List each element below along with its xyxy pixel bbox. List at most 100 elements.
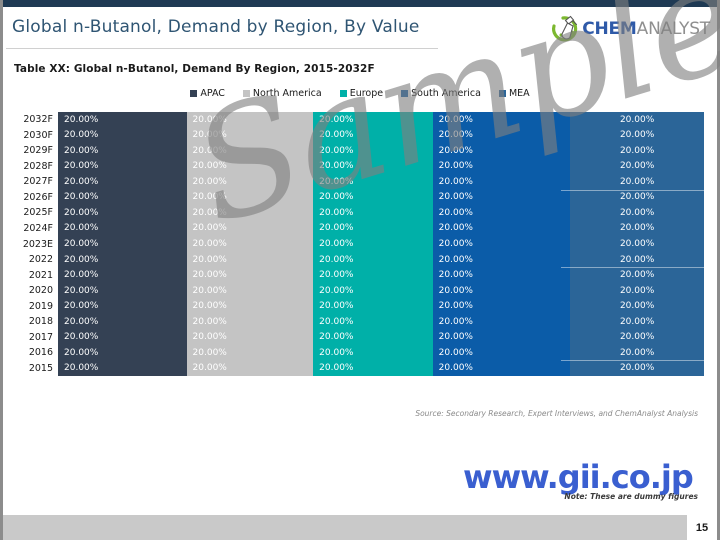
bar-segment[interactable]: 20.00% bbox=[570, 220, 704, 237]
bar-segment[interactable]: 20.00% bbox=[432, 360, 571, 377]
bar-segment[interactable]: 20.00% bbox=[432, 329, 571, 345]
bar-segment[interactable]: 20.00% bbox=[570, 251, 704, 268]
bar-segment[interactable]: 20.00% bbox=[570, 174, 704, 190]
bar-segment[interactable]: 20.00% bbox=[432, 127, 571, 144]
bar-segment[interactable]: 20.00% bbox=[570, 236, 704, 252]
bar-segment[interactable]: 20.00% bbox=[58, 298, 187, 314]
bar-segment[interactable]: 20.00% bbox=[186, 313, 314, 330]
bar-segment[interactable]: 20.00% bbox=[570, 344, 704, 361]
bar-segment[interactable]: 20.00% bbox=[570, 267, 704, 283]
bar-segment[interactable]: 20.00% bbox=[432, 189, 571, 206]
bar-segment[interactable]: 20.00% bbox=[58, 267, 187, 283]
bar-segment[interactable]: 20.00% bbox=[570, 205, 704, 221]
bar-segment[interactable]: 20.00% bbox=[186, 189, 314, 206]
bar-segment[interactable]: 20.00% bbox=[313, 143, 433, 159]
bar-segment[interactable]: 20.00% bbox=[186, 360, 314, 377]
bar-segment[interactable]: 20.00% bbox=[570, 298, 704, 314]
bar-segment[interactable]: 20.00% bbox=[186, 282, 314, 299]
bar-segment-value: 20.00% bbox=[619, 347, 655, 358]
bar-segment[interactable]: 20.00% bbox=[186, 205, 314, 221]
bar-segment[interactable]: 20.00% bbox=[58, 251, 187, 268]
bar-segment[interactable]: 20.00% bbox=[313, 236, 433, 252]
bar-segment[interactable]: 20.00% bbox=[186, 220, 314, 237]
bar-segment[interactable]: 20.00% bbox=[58, 329, 187, 345]
bar-segment[interactable]: 20.00% bbox=[432, 205, 571, 221]
bar-segment[interactable]: 20.00% bbox=[186, 267, 314, 283]
bar-segment[interactable]: 20.00% bbox=[313, 158, 433, 175]
bar-segment[interactable]: 20.00% bbox=[432, 251, 571, 268]
bar-segment[interactable]: 20.00% bbox=[58, 344, 187, 361]
bar-segment[interactable]: 20.00% bbox=[432, 236, 571, 252]
bar-segment[interactable]: 20.00% bbox=[432, 298, 571, 314]
bar-segment[interactable]: 20.00% bbox=[186, 143, 314, 159]
bar-segment[interactable]: 20.00% bbox=[186, 174, 314, 190]
bar-segment-value: 20.00% bbox=[438, 207, 473, 218]
bar-segment[interactable]: 20.00% bbox=[313, 189, 433, 206]
bar-segment-value: 20.00% bbox=[319, 301, 354, 312]
bar-segment[interactable]: 20.00% bbox=[186, 251, 314, 268]
bar-segment[interactable]: 20.00% bbox=[313, 329, 433, 345]
bar-segment[interactable]: 20.00% bbox=[432, 282, 571, 299]
bar-segment[interactable]: 20.00% bbox=[313, 127, 433, 144]
legend-swatch-icon bbox=[242, 90, 250, 97]
bar-segment[interactable]: 20.00% bbox=[58, 205, 187, 221]
bar-segment[interactable]: 20.00% bbox=[186, 158, 314, 175]
bar-segment[interactable]: 20.00% bbox=[432, 267, 571, 283]
bar-segment[interactable]: 20.00% bbox=[313, 298, 433, 314]
bar-segment[interactable]: 20.00% bbox=[570, 360, 704, 377]
bar-segment[interactable]: 20.00% bbox=[186, 344, 314, 361]
bar-segment[interactable]: 20.00% bbox=[570, 313, 704, 330]
bar-segment[interactable]: 20.00% bbox=[58, 112, 187, 128]
bar-segment[interactable]: 20.00% bbox=[570, 282, 704, 299]
bar-segment[interactable]: 20.00% bbox=[432, 220, 571, 237]
legend-item[interactable]: Europe bbox=[339, 88, 383, 99]
bar-segment[interactable]: 20.00% bbox=[58, 174, 187, 190]
bar-segment[interactable]: 20.00% bbox=[313, 282, 433, 299]
chart-row-bars: 20.00% 20.00% 20.00% 20.00% 20.00% bbox=[58, 112, 704, 128]
bar-segment[interactable]: 20.00% bbox=[313, 174, 433, 190]
bar-segment[interactable]: 20.00% bbox=[186, 127, 314, 144]
bar-segment[interactable]: 20.00% bbox=[432, 143, 571, 159]
bar-segment-value: 20.00% bbox=[192, 207, 227, 218]
bar-segment[interactable]: 20.00% bbox=[432, 174, 571, 190]
bar-segment[interactable]: 20.00% bbox=[432, 112, 571, 128]
bar-segment[interactable]: 20.00% bbox=[58, 158, 187, 175]
bar-segment[interactable]: 20.00% bbox=[58, 236, 187, 252]
bar-segment[interactable]: 20.00% bbox=[313, 344, 433, 361]
bar-segment[interactable]: 20.00% bbox=[58, 127, 187, 144]
bar-segment[interactable]: 20.00% bbox=[313, 360, 433, 377]
legend-item[interactable]: MEA bbox=[498, 88, 530, 99]
bar-segment[interactable]: 20.00% bbox=[313, 267, 433, 283]
bar-segment-value: 20.00% bbox=[438, 285, 473, 296]
bar-segment[interactable]: 20.00% bbox=[313, 313, 433, 330]
bar-segment[interactable]: 20.00% bbox=[570, 158, 704, 175]
bar-segment[interactable]: 20.00% bbox=[570, 143, 704, 159]
bar-segment[interactable]: 20.00% bbox=[186, 298, 314, 314]
bar-segment[interactable]: 20.00% bbox=[58, 220, 187, 237]
legend-item[interactable]: North America bbox=[242, 88, 322, 99]
bar-segment-value: 20.00% bbox=[64, 301, 99, 312]
bar-segment[interactable]: 20.00% bbox=[432, 344, 571, 361]
bar-segment[interactable]: 20.00% bbox=[432, 158, 571, 175]
bar-segment[interactable]: 20.00% bbox=[432, 313, 571, 330]
bar-segment[interactable]: 20.00% bbox=[58, 282, 187, 299]
bar-segment[interactable]: 20.00% bbox=[58, 360, 187, 377]
bar-segment[interactable]: 20.00% bbox=[313, 205, 433, 221]
bar-segment[interactable]: 20.00% bbox=[313, 251, 433, 268]
bar-segment[interactable]: 20.00% bbox=[570, 329, 704, 345]
legend-item[interactable]: APAC bbox=[190, 88, 225, 99]
bar-segment[interactable]: 20.00% bbox=[58, 143, 187, 159]
bar-segment-value: 20.00% bbox=[319, 254, 354, 265]
bar-segment[interactable]: 20.00% bbox=[186, 329, 314, 345]
bar-segment[interactable]: 20.00% bbox=[186, 236, 314, 252]
bar-segment[interactable]: 20.00% bbox=[58, 189, 187, 206]
bar-segment[interactable]: 20.00% bbox=[313, 112, 433, 128]
legend-item[interactable]: South America bbox=[401, 88, 481, 99]
bar-segment[interactable]: 20.00% bbox=[570, 127, 704, 144]
bar-segment[interactable]: 20.00% bbox=[313, 220, 433, 237]
bar-segment[interactable]: 20.00% bbox=[570, 112, 704, 128]
bar-segment[interactable]: 20.00% bbox=[58, 313, 187, 330]
bar-segment[interactable]: 20.00% bbox=[570, 189, 704, 206]
bar-segment-value: 20.00% bbox=[619, 239, 655, 250]
bar-segment[interactable]: 20.00% bbox=[186, 112, 314, 128]
